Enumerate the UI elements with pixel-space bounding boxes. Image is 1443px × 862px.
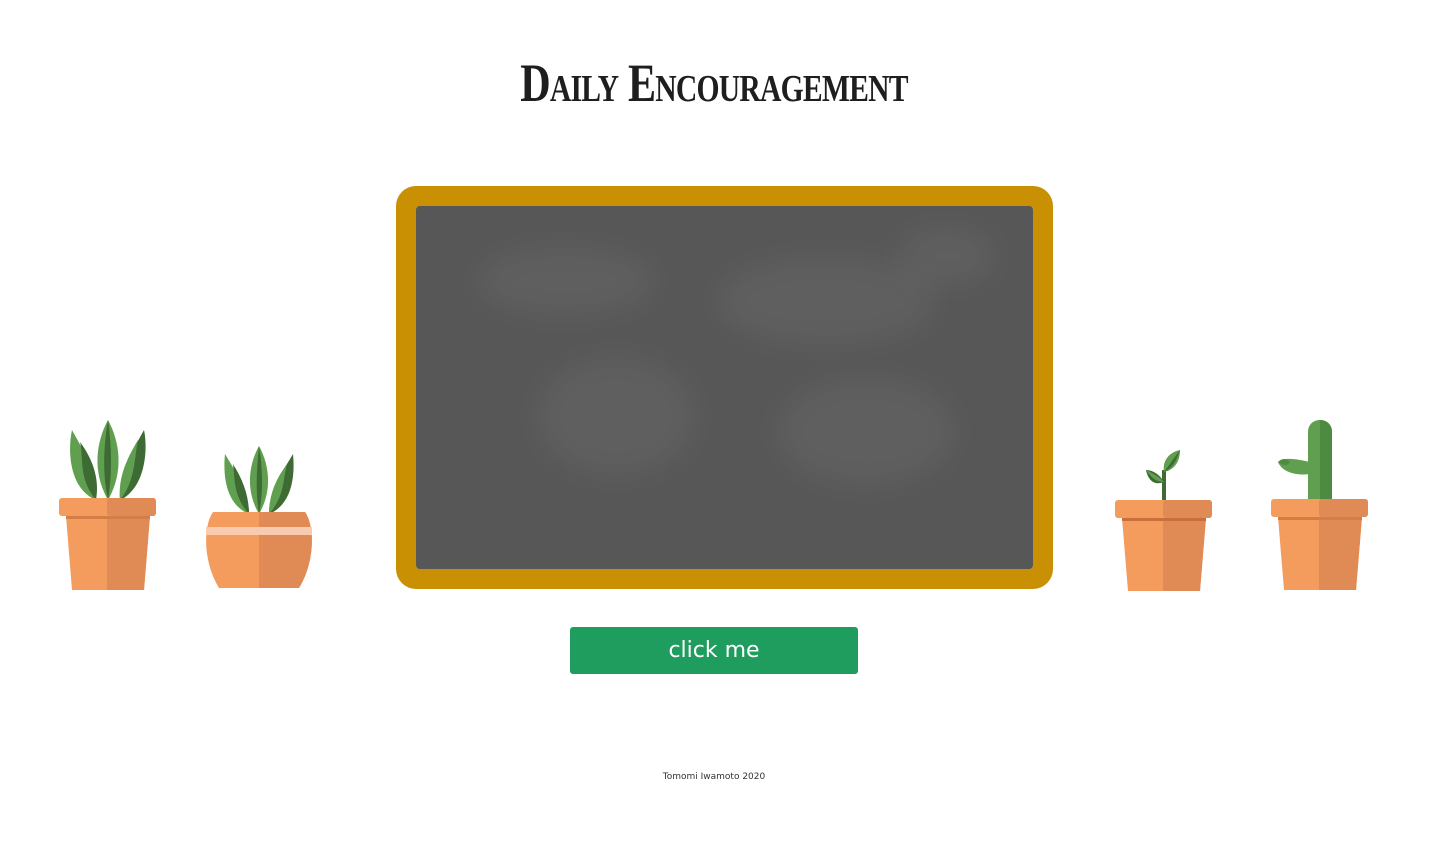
footer-credit: Tomomi Iwamoto 2020 [662,772,766,782]
chalkboard-message [416,206,1033,569]
cactus-pot-icon [1271,420,1368,590]
sprout-pot-icon [1115,450,1212,591]
page-title: Daily Encouragement [520,53,908,113]
succulent-round-pot-icon [206,446,312,588]
click-me-button[interactable]: click me [570,627,858,674]
chalkboard-frame [396,186,1053,589]
snake-plant-pot-icon [59,420,156,590]
chalkboard [416,206,1033,569]
